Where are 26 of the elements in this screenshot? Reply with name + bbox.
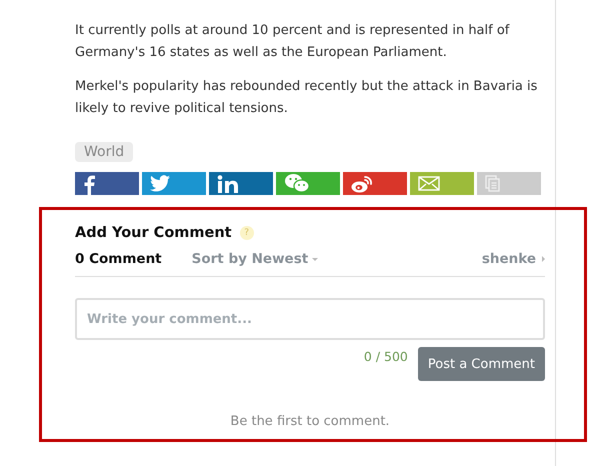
- facebook-icon: [83, 175, 95, 195]
- caret-icon: [542, 256, 545, 262]
- comment-count: 0 Comment: [75, 251, 162, 267]
- envelope-share-button[interactable]: [410, 172, 474, 195]
- linkedin-icon: [217, 175, 239, 193]
- facebook-share-button[interactable]: [75, 172, 139, 195]
- paragraph: It currently polls at around 10 percent and is represented in half of Germany's 16 states as well as the European Parliament.: [75, 22, 511, 62]
- weibo-icon: [351, 175, 373, 193]
- user-link[interactable]: shenke: [482, 251, 545, 267]
- bird-share-button[interactable]: [142, 172, 206, 195]
- comment-field[interactable]: Write your comment...: [75, 298, 545, 340]
- sort-dropdown[interactable]: Sort by Newest: [192, 251, 318, 267]
- weibo-share-button[interactable]: [343, 172, 407, 195]
- chat-bubbles-share-button[interactable]: [276, 172, 340, 195]
- paragraph: Merkel's popularity has rebounded recently but the attack in Bavaria is likely to revive political tensions.: [75, 78, 538, 118]
- empty-message: Be the first to comment.: [229, 414, 391, 429]
- character-counter: 0 / 500: [364, 349, 408, 364]
- chat-bubbles-icon: [284, 173, 310, 193]
- linkedin-share-button[interactable]: [209, 172, 273, 195]
- envelope-icon: [418, 176, 440, 191]
- post-comment-button[interactable]: Post a Comment: [418, 347, 545, 381]
- caret-icon: [312, 258, 318, 260]
- tag-link[interactable]: World: [75, 142, 134, 162]
- section-title: Add Your Comment: [75, 225, 232, 241]
- bird-icon: [150, 175, 170, 192]
- copy-icon: [485, 175, 501, 193]
